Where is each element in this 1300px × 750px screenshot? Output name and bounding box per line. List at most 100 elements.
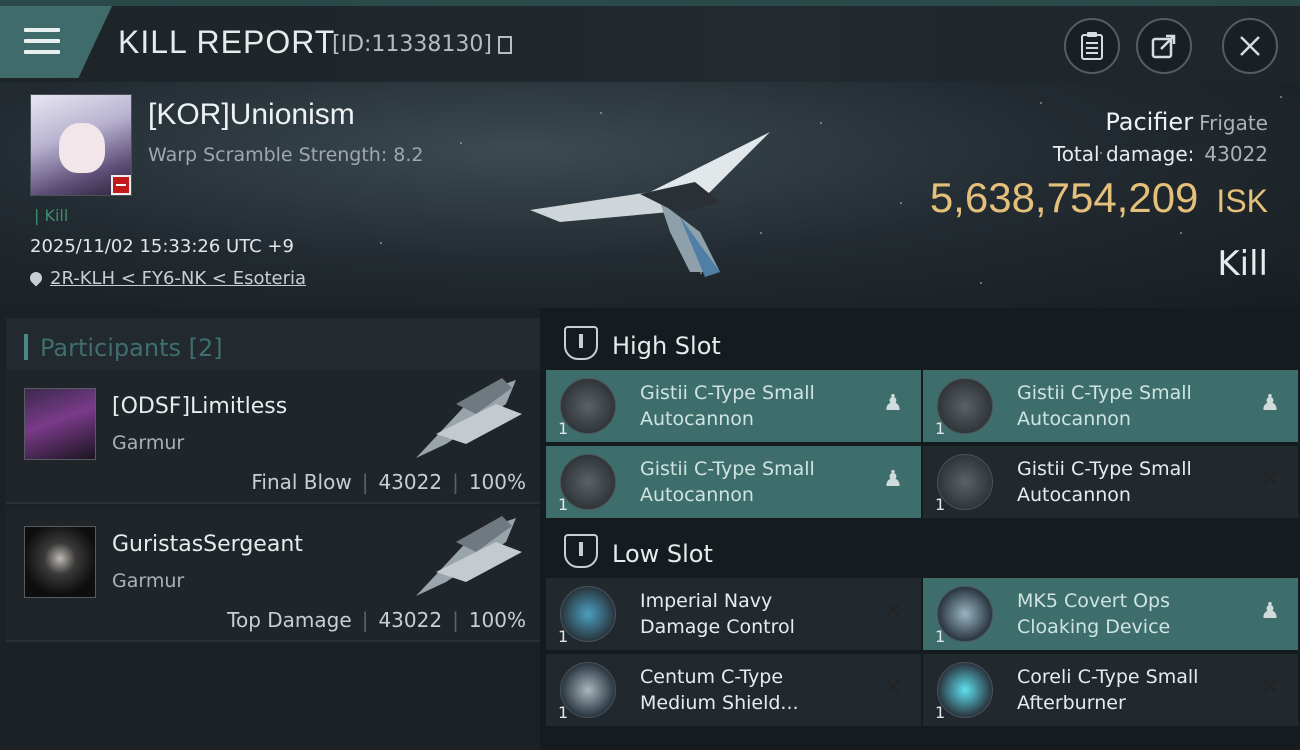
- participant-name: [ODSF]Limitless: [112, 394, 288, 419]
- module-name-line2: Autocannon: [640, 484, 754, 506]
- module-name-line1: Coreli C-Type Small: [1017, 666, 1199, 688]
- module-name-line1: Gistii C-Type Small: [640, 458, 815, 480]
- module-name-line1: Centum C-Type: [640, 666, 784, 688]
- victim-ship-image: [530, 132, 770, 277]
- module-name: Gistii C-Type Small Autocannon: [1017, 380, 1247, 432]
- share-icon: [1151, 34, 1176, 59]
- participants-panel: Participants [2] [ODSF]Limitless Garmur …: [0, 308, 540, 750]
- participant-stats: Final Blow | 43022 | 100%: [251, 470, 526, 494]
- low-slot-module[interactable]: 1 Imperial Navy Damage Control ✕: [546, 578, 921, 650]
- module-name: Centum C-Type Medium Shield...: [640, 664, 870, 716]
- module-name-line1: MK5 Covert Ops: [1017, 590, 1171, 612]
- total-damage: Total damage: 43022: [1053, 142, 1268, 166]
- high-slot-module[interactable]: 1 Gistii C-Type Small Autocannon ♟: [546, 370, 921, 442]
- shield-icon: [560, 662, 616, 718]
- destroyed-x-icon: ✕: [883, 599, 903, 624]
- destroyed-x-icon: ✕: [1260, 675, 1280, 700]
- module-qty: 1: [558, 495, 569, 514]
- kill-tag-text: Kill: [44, 206, 69, 225]
- total-damage-label: Total damage:: [1052, 142, 1195, 166]
- module-qty: 1: [935, 419, 946, 438]
- share-button[interactable]: [1136, 18, 1192, 74]
- total-damage-value: 43022: [1204, 142, 1268, 166]
- module-qty: 1: [935, 495, 946, 514]
- hamburger-icon: [24, 28, 60, 54]
- damage-control-icon: [560, 586, 616, 642]
- report-id[interactable]: [ID:11338130]: [332, 32, 512, 57]
- module-name: Gistii C-Type Small Autocannon: [640, 456, 870, 508]
- high-slot-module[interactable]: 1 Gistii C-Type Small Autocannon ♟: [546, 446, 921, 518]
- high-slot-label: High Slot: [612, 332, 721, 360]
- participant-role: Final Blow: [251, 470, 352, 494]
- clipboard-icon: [1081, 32, 1103, 60]
- close-icon: [1240, 36, 1260, 56]
- module-name: Imperial Navy Damage Control: [640, 588, 870, 640]
- participant-percent: 100%: [468, 608, 526, 632]
- participants-header-bar: [24, 334, 28, 360]
- report-id-text: [ID:11338130]: [332, 32, 492, 57]
- destroyed-x-icon: ✕: [883, 675, 903, 700]
- hostile-badge-icon: [111, 175, 131, 195]
- kill-location[interactable]: 2R-KLH < FY6-NK < Esoteria: [27, 268, 306, 289]
- location-link[interactable]: 2R-KLH < FY6-NK < Esoteria: [50, 268, 306, 289]
- participant-role: Top Damage: [227, 608, 352, 632]
- header-accent-line: [0, 0, 1300, 6]
- victim-name[interactable]: [KOR]Unionism: [148, 98, 355, 132]
- module-qty: 1: [558, 703, 569, 722]
- ship-class: Frigate: [1199, 111, 1268, 135]
- low-slot-module[interactable]: 1 MK5 Covert Ops Cloaking Device ♟: [923, 578, 1298, 650]
- low-slot-header: Low Slot: [546, 522, 1300, 580]
- dropped-person-icon: ♟: [1260, 599, 1280, 624]
- module-name: Gistii C-Type Small Autocannon: [1017, 456, 1247, 508]
- high-slot-module[interactable]: 1 Gistii C-Type Small Autocannon ✕: [923, 446, 1298, 518]
- header: KILL REPORT [ID:11338130]: [0, 0, 1300, 82]
- menu-button[interactable]: [0, 6, 112, 78]
- low-slot-module[interactable]: 1 Centum C-Type Medium Shield... ✕: [546, 654, 921, 726]
- module-name-line1: Gistii C-Type Small: [1017, 382, 1192, 404]
- close-button[interactable]: [1222, 18, 1278, 74]
- module-name-line1: Imperial Navy: [640, 590, 773, 612]
- copy-icon[interactable]: [497, 36, 512, 54]
- participants-label: Participants: [40, 334, 181, 362]
- autocannon-icon: [560, 378, 616, 434]
- module-name-line1: Gistii C-Type Small: [640, 382, 815, 404]
- low-slot-module[interactable]: 1 Coreli C-Type Small Afterburner ✕: [923, 654, 1298, 726]
- participant-ship-image: [416, 378, 522, 458]
- cloaking-device-icon: [937, 586, 993, 642]
- module-name-line2: Medium Shield...: [640, 692, 799, 714]
- afterburner-icon: [937, 662, 993, 718]
- result-label: Kill: [1217, 244, 1268, 284]
- participant-damage: 43022: [378, 608, 443, 632]
- participant-row[interactable]: GuristasSergeant Garmur Top Damage | 43022…: [6, 508, 540, 642]
- participant-ship: Garmur: [112, 570, 185, 592]
- clipboard-button[interactable]: [1064, 18, 1120, 74]
- autocannon-icon: [937, 378, 993, 434]
- low-slot-label: Low Slot: [612, 540, 713, 568]
- participant-name: GuristasSergeant: [112, 532, 303, 557]
- warp-scramble-strength: Warp Scramble Strength: 8.2: [148, 144, 424, 166]
- fitting-panel: High Slot 1 Gistii C-Type Small Autocanno…: [540, 308, 1300, 750]
- dropped-person-icon: ♟: [883, 391, 903, 416]
- dropped-person-icon: ♟: [883, 467, 903, 492]
- high-slot-module[interactable]: 1 Gistii C-Type Small Autocannon ♟: [923, 370, 1298, 442]
- participants-header[interactable]: Participants [2]: [6, 318, 540, 374]
- participant-row[interactable]: [ODSF]Limitless Garmur Final Blow | 43022 |…: [6, 370, 540, 504]
- module-name-line2: Autocannon: [640, 408, 754, 430]
- participant-avatar: [24, 526, 96, 598]
- ship-name: Pacifier: [1105, 108, 1194, 136]
- victim-ship-type: Pacifier Frigate: [1105, 108, 1268, 136]
- participant-avatar: [24, 388, 96, 460]
- participants-title: Participants [2]: [40, 334, 223, 362]
- victim-avatar[interactable]: [30, 94, 132, 196]
- victim-banner: [KOR]Unionism Warp Scramble Strength: 8.…: [0, 82, 1300, 308]
- kill-tag: | Kill: [34, 206, 69, 225]
- module-qty: 1: [558, 419, 569, 438]
- module-name-line2: Damage Control: [640, 616, 795, 638]
- module-name-line2: Autocannon: [1017, 484, 1131, 506]
- module-name: MK5 Covert Ops Cloaking Device: [1017, 588, 1247, 640]
- participant-stats: Top Damage | 43022 | 100%: [227, 608, 526, 632]
- kill-datetime: 2025/11/02 15:33:26 UTC +9: [30, 236, 294, 257]
- participant-percent: 100%: [468, 470, 526, 494]
- high-slot-header: High Slot: [546, 314, 1300, 372]
- isk-value: 5,638,754,209 ISK: [930, 174, 1268, 222]
